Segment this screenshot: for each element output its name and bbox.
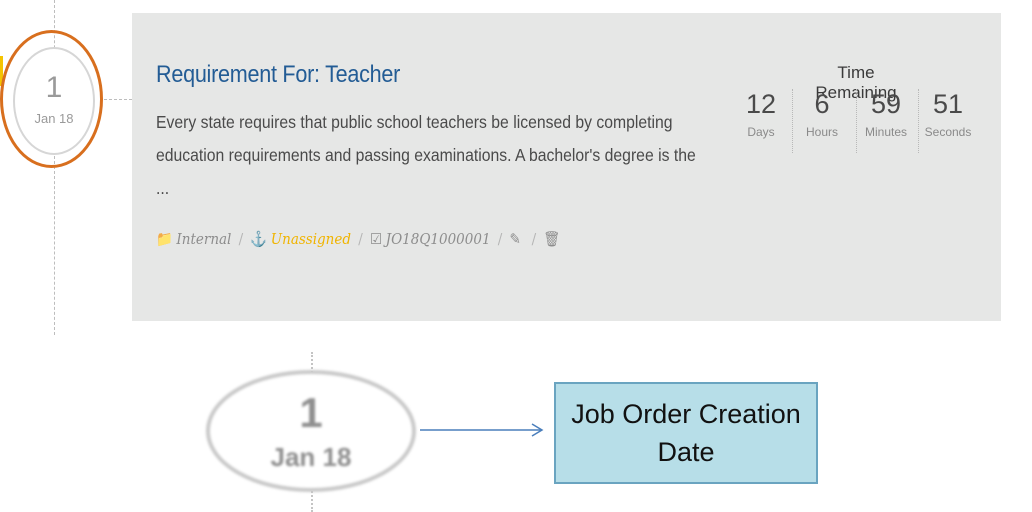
minutes-value: 59 [870, 89, 902, 119]
callout-box: Job Order Creation Date [554, 382, 818, 484]
seconds-unit: Seconds [924, 125, 972, 139]
days-value: 12 [745, 89, 777, 119]
meta-separator: / [497, 230, 503, 248]
zoomed-date-month: Jan 18 [270, 442, 352, 472]
hours-unit: Hours [805, 125, 838, 139]
zoomed-date-day: 1 [299, 389, 323, 436]
countdown-minutes: 59 Minutes [856, 89, 915, 153]
hours-value: 6 [814, 89, 830, 119]
trash-icon[interactable]: 🗑 [543, 230, 560, 248]
seconds-value: 51 [932, 89, 964, 119]
meta-separator: / [358, 230, 363, 248]
zoomed-date-badge: 1 Jan 18 [206, 370, 416, 492]
job-meta-row: 📁 Internal / ⚓ Unassigned / ☑ JO18Q10000… [156, 226, 564, 252]
countdown-hours: 6 Hours [792, 89, 851, 153]
arrow-icon [420, 423, 544, 437]
job-description: Every state requires that public school … [156, 112, 696, 198]
highlight-ring [0, 30, 103, 168]
checkbox-icon: ☑ [369, 230, 383, 248]
anchor-icon: ⚓ [250, 230, 268, 248]
callout-text: Job Order Creation Date [571, 399, 801, 467]
countdown-seconds: 51 Seconds [918, 89, 977, 153]
days-unit: Days [747, 125, 775, 139]
job-category: Internal [176, 230, 232, 248]
job-title[interactable]: Requirement For: Teacher [156, 61, 400, 89]
time-remaining: Time Remaining 12 Days 6 Hours 59 Minute… [732, 63, 992, 163]
timeline-connector [104, 99, 132, 100]
meta-separator: / [238, 230, 244, 248]
minutes-unit: Minutes [864, 125, 908, 139]
meta-separator: / [531, 230, 537, 248]
job-status-link[interactable]: Unassigned [271, 230, 351, 248]
countdown-days: 12 Days [732, 89, 790, 139]
folder-icon: 📁 [156, 230, 173, 248]
job-order-card: Requirement For: Teacher Every state req… [132, 13, 1001, 321]
job-order-id[interactable]: JO18Q1000001 [386, 230, 491, 248]
pencil-icon[interactable]: ✎ [509, 230, 520, 248]
